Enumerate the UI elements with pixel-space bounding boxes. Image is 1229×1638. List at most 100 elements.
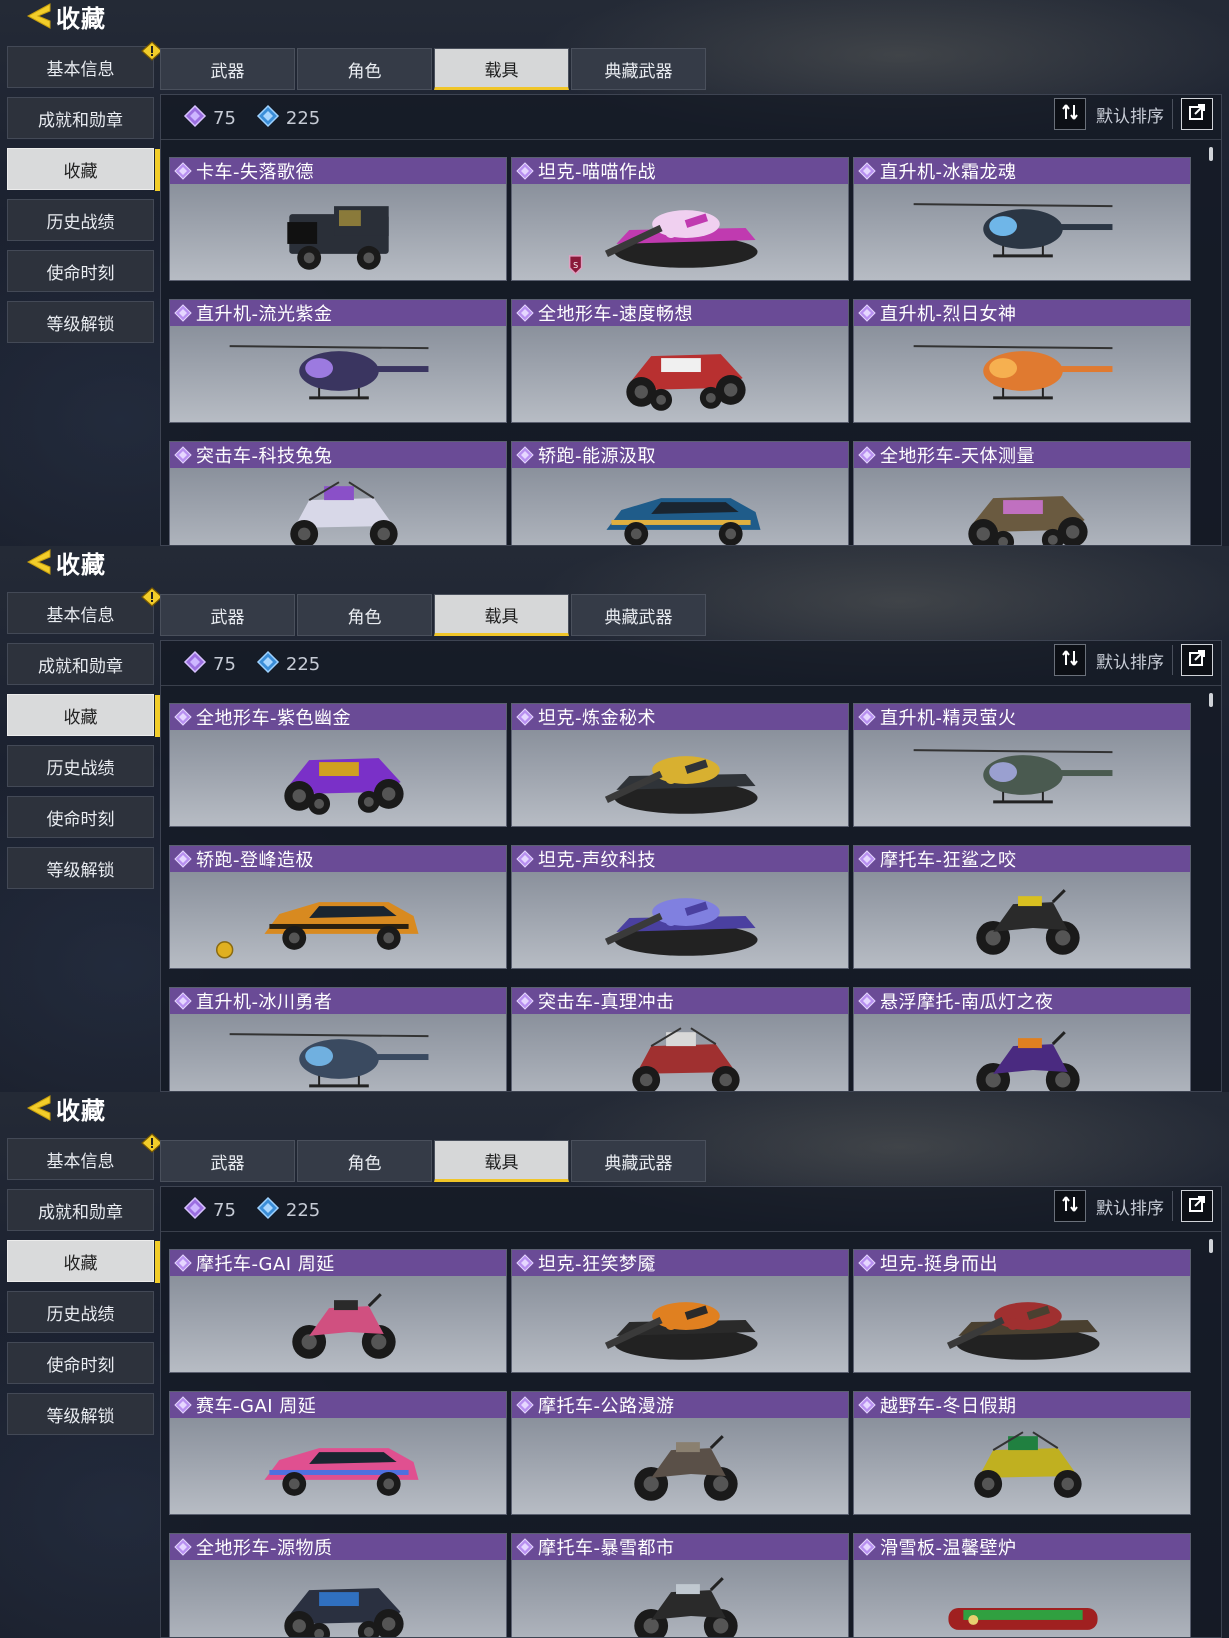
scrollbar[interactable] <box>1209 147 1213 161</box>
nav-item[interactable]: 收藏 <box>7 1240 160 1283</box>
tab[interactable]: 武器 <box>160 1140 295 1182</box>
rarity-diamond-icon <box>516 850 534 868</box>
vehicle-card[interactable]: 全地形车-速度畅想 <box>511 299 849 423</box>
vehicle-card[interactable]: 坦克-狂笑梦魇 <box>511 1249 849 1373</box>
vehicle-card[interactable]: 卡车-失落歌德 <box>169 157 507 281</box>
vehicle-card[interactable]: 直升机-冰霜龙魂 <box>853 157 1191 281</box>
card-header: 直升机-冰霜龙魂 <box>854 158 1190 184</box>
nav-item[interactable]: 使命时刻 <box>7 1342 154 1384</box>
nav-item-label: 等级解锁 <box>46 1406 115 1427</box>
card-header: 直升机-冰川勇者 <box>170 988 506 1014</box>
sort-label[interactable]: 默认排序 <box>1096 1194 1164 1219</box>
side-nav: 基本信息成就和勋章收藏历史战绩使命时刻等级解锁 <box>7 587 163 898</box>
tab[interactable]: 典藏武器 <box>571 48 706 90</box>
vehicle-card[interactable]: 突击车-科技兔兔 <box>169 441 507 545</box>
vehicle-name: 越野车-冬日假期 <box>880 1396 1017 1417</box>
nav-item[interactable]: 收藏 <box>7 148 160 191</box>
vehicle-card[interactable]: 越野车-冬日假期 <box>853 1391 1191 1515</box>
share-button[interactable] <box>1181 98 1213 130</box>
card-header: 摩托车-公路漫游 <box>512 1392 848 1418</box>
vehicle-card[interactable]: 轿跑-登峰造极 <box>169 845 507 969</box>
share-button[interactable] <box>1181 644 1213 676</box>
vehicle-card[interactable]: 全地形车-天体测量 <box>853 441 1191 545</box>
tab[interactable]: 典藏武器 <box>571 594 706 636</box>
vehicle-card[interactable]: 全地形车-紫色幽金 <box>169 703 507 827</box>
nav-item[interactable]: 历史战绩 <box>7 745 154 787</box>
vehicle-atv-icon <box>626 354 746 411</box>
back-arrow-icon[interactable] <box>20 546 54 578</box>
tab[interactable]: 载具 <box>434 48 569 90</box>
nav-item[interactable]: 基本信息 <box>7 1133 163 1180</box>
vehicle-heli-icon <box>913 203 1113 258</box>
sort-button[interactable] <box>1054 1190 1086 1222</box>
rarity-diamond-icon <box>174 708 192 726</box>
vehicle-card[interactable]: 全地形车-源物质 <box>169 1533 507 1637</box>
tab[interactable]: 角色 <box>297 48 432 90</box>
vehicle-card[interactable]: 突击车-真理冲击 <box>511 987 849 1091</box>
vehicle-name: 直升机-冰霜龙魂 <box>880 162 1017 183</box>
tab[interactable]: 武器 <box>160 48 295 90</box>
sort-label[interactable]: 默认排序 <box>1096 102 1164 127</box>
vehicle-name: 坦克-炼金秘术 <box>538 708 656 729</box>
vehicle-image <box>170 1418 506 1514</box>
vehicle-card[interactable]: 直升机-烈日女神 <box>853 299 1191 423</box>
nav-item[interactable]: 历史战绩 <box>7 199 154 241</box>
vehicle-card[interactable]: 直升机-精灵萤火 <box>853 703 1191 827</box>
nav-item[interactable]: 成就和勋章 <box>7 1189 154 1231</box>
vehicle-card[interactable]: 直升机-流光紫金 <box>169 299 507 423</box>
vehicle-tank-icon <box>946 1302 1100 1360</box>
share-button[interactable] <box>1181 1190 1213 1222</box>
vehicle-name: 摩托车-狂鲨之咬 <box>880 850 1017 871</box>
nav-item[interactable]: 等级解锁 <box>7 301 154 343</box>
tab[interactable]: 角色 <box>297 1140 432 1182</box>
vehicle-card[interactable]: 坦克-声纹科技 <box>511 845 849 969</box>
vehicle-card[interactable]: 摩托车-公路漫游 <box>511 1391 849 1515</box>
scrollbar[interactable] <box>1209 1239 1213 1253</box>
nav-item[interactable]: 等级解锁 <box>7 847 154 889</box>
vehicle-card[interactable]: 摩托车-狂鲨之咬 <box>853 845 1191 969</box>
vehicle-card[interactable]: 坦克-喵喵作战 S <box>511 157 849 281</box>
scrollbar[interactable] <box>1209 693 1213 707</box>
tab[interactable]: 载具 <box>434 1140 569 1182</box>
nav-item[interactable]: 收藏 <box>7 694 160 737</box>
nav-item[interactable]: 使命时刻 <box>7 796 154 838</box>
vehicle-card[interactable]: 滑雪板-温馨壁炉 <box>853 1533 1191 1637</box>
vehicle-card[interactable]: 赛车-GAI 周延 <box>169 1391 507 1515</box>
rarity-diamond-icon <box>858 708 876 726</box>
back-arrow-icon[interactable] <box>20 0 54 32</box>
vehicle-card[interactable]: 坦克-挺身而出 <box>853 1249 1191 1373</box>
nav-item[interactable]: 基本信息 <box>7 587 163 634</box>
panel-header: 收藏 <box>20 0 106 33</box>
vehicle-image <box>512 872 848 968</box>
vehicle-heli-icon <box>913 345 1113 400</box>
collection-panel: 收藏 基本信息 成就和勋章 收藏 历史战绩 使命时刻 等级解锁 武器 角色 载具 典藏武器 75… <box>0 0 1229 546</box>
back-arrow-icon[interactable] <box>20 1092 54 1124</box>
tab[interactable]: 载具 <box>434 594 569 636</box>
vehicle-card[interactable]: 摩托车-暴雪都市 <box>511 1533 849 1637</box>
vehicle-card[interactable]: 摩托车-GAI 周延 <box>169 1249 507 1373</box>
nav-item[interactable]: 成就和勋章 <box>7 643 154 685</box>
tab[interactable]: 角色 <box>297 594 432 636</box>
sort-label[interactable]: 默认排序 <box>1096 648 1164 673</box>
nav-item[interactable]: 基本信息 <box>7 41 163 88</box>
nav-item[interactable]: 使命时刻 <box>7 250 154 292</box>
nav-item[interactable]: 成就和勋章 <box>7 97 154 139</box>
vehicle-card[interactable]: 直升机-冰川勇者 <box>169 987 507 1091</box>
vehicle-atv-icon <box>968 496 1088 545</box>
rarity-diamond-icon <box>858 1538 876 1556</box>
vehicle-card[interactable]: 悬浮摩托-南瓜灯之夜 <box>853 987 1191 1091</box>
vehicle-tank-icon <box>604 756 758 814</box>
rarity-diamond-icon <box>516 1396 534 1414</box>
sort-button[interactable] <box>1054 98 1086 130</box>
rarity-diamond-icon <box>858 850 876 868</box>
nav-item[interactable]: 历史战绩 <box>7 1291 154 1333</box>
category-tabs: 武器 角色 载具 典藏武器 <box>160 594 708 636</box>
vehicle-card[interactable]: 轿跑-能源汲取 <box>511 441 849 545</box>
tab[interactable]: 武器 <box>160 594 295 636</box>
panel-header: 收藏 <box>20 1092 106 1125</box>
sort-button[interactable] <box>1054 644 1086 676</box>
nav-item[interactable]: 等级解锁 <box>7 1393 154 1435</box>
rarity-diamond-icon <box>858 1396 876 1414</box>
vehicle-card[interactable]: 坦克-炼金秘术 <box>511 703 849 827</box>
tab[interactable]: 典藏武器 <box>571 1140 706 1182</box>
